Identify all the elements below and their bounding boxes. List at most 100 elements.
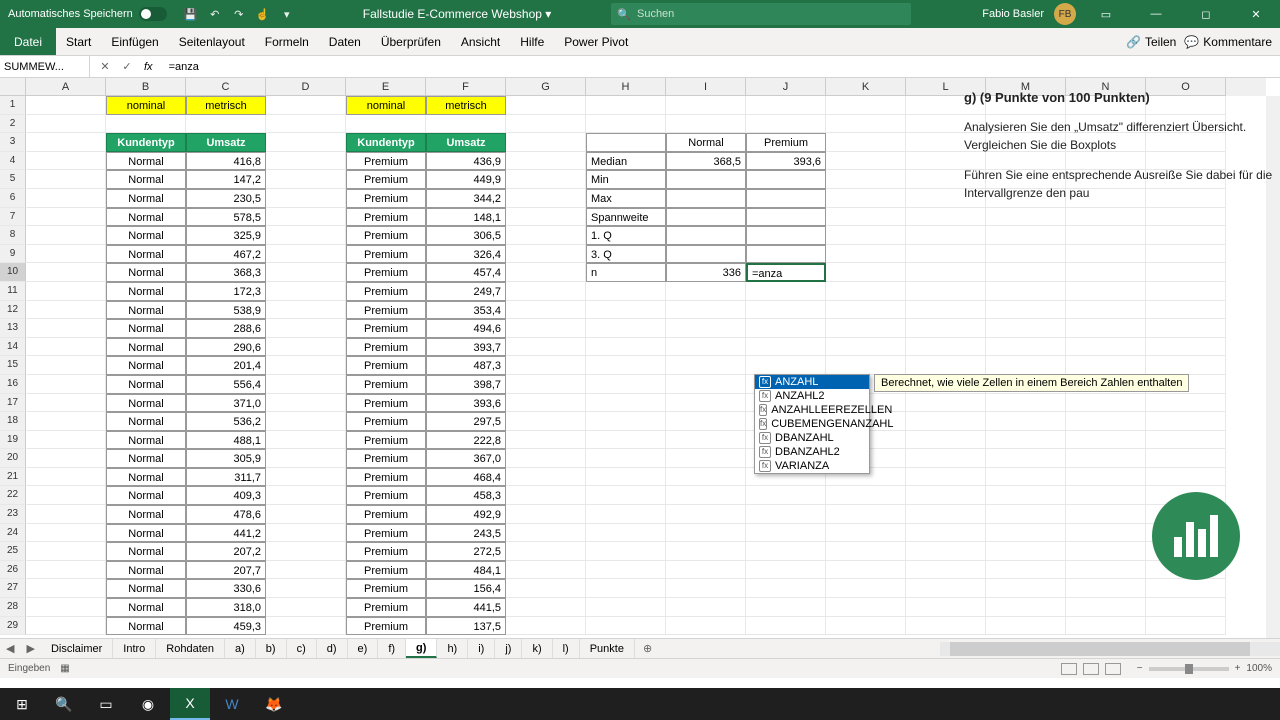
cell[interactable]	[826, 524, 906, 543]
minimize-icon[interactable]: —	[1136, 0, 1176, 28]
cell[interactable]	[1146, 263, 1226, 282]
cell[interactable]	[986, 338, 1066, 357]
cell[interactable]	[26, 301, 106, 320]
cell[interactable]: 467,2	[186, 245, 266, 264]
cell[interactable]: 222,8	[426, 431, 506, 450]
cell[interactable]	[666, 189, 746, 208]
cell[interactable]	[586, 579, 666, 598]
name-box[interactable]: SUMMEW...	[0, 56, 90, 77]
cell[interactable]	[1146, 226, 1226, 245]
cell[interactable]	[1066, 449, 1146, 468]
cell[interactable]	[666, 375, 746, 394]
cell[interactable]	[586, 282, 666, 301]
sheet-tab[interactable]: i)	[468, 639, 495, 658]
save-icon[interactable]: 💾	[183, 6, 199, 22]
cell[interactable]	[666, 524, 746, 543]
cell[interactable]: 207,2	[186, 542, 266, 561]
sheet-tab[interactable]: d)	[317, 639, 348, 658]
cell[interactable]	[506, 319, 586, 338]
cell[interactable]	[586, 301, 666, 320]
cell[interactable]	[666, 96, 746, 115]
cell[interactable]: Premium	[346, 319, 426, 338]
cell[interactable]	[586, 468, 666, 487]
cell[interactable]	[1066, 412, 1146, 431]
cell[interactable]	[586, 394, 666, 413]
row-header-29[interactable]: 29	[0, 617, 26, 636]
cell[interactable]	[1146, 319, 1226, 338]
cell[interactable]: Normal	[106, 542, 186, 561]
cell[interactable]: Premium	[346, 524, 426, 543]
ribbon-tab-formeln[interactable]: Formeln	[255, 28, 319, 55]
cell[interactable]	[26, 319, 106, 338]
cell[interactable]	[826, 189, 906, 208]
cell[interactable]	[746, 189, 826, 208]
cell[interactable]	[666, 319, 746, 338]
cell[interactable]	[586, 617, 666, 636]
cell[interactable]: Premium	[346, 542, 426, 561]
cell[interactable]	[826, 226, 906, 245]
editing-cell[interactable]: =anza	[746, 263, 826, 282]
redo-icon[interactable]: ↷	[231, 6, 247, 22]
cell[interactable]	[826, 152, 906, 171]
select-all-triangle[interactable]	[0, 78, 26, 96]
ribbon-tab-einfügen[interactable]: Einfügen	[101, 28, 168, 55]
row-header-19[interactable]: 19	[0, 431, 26, 450]
cell[interactable]	[1146, 598, 1226, 617]
cell[interactable]	[266, 263, 346, 282]
cell[interactable]: 484,1	[426, 561, 506, 580]
cell[interactable]	[506, 245, 586, 264]
cell[interactable]	[826, 505, 906, 524]
cell[interactable]	[506, 524, 586, 543]
row-header-24[interactable]: 24	[0, 524, 26, 543]
cell[interactable]: Normal	[106, 449, 186, 468]
cell[interactable]	[266, 524, 346, 543]
row-header-20[interactable]: 20	[0, 449, 26, 468]
cell[interactable]	[666, 449, 746, 468]
row-header-1[interactable]: 1	[0, 96, 26, 115]
cell[interactable]: 409,3	[186, 486, 266, 505]
cell[interactable]: Normal	[106, 486, 186, 505]
cell[interactable]	[1066, 468, 1146, 487]
cell[interactable]	[746, 115, 826, 134]
cell[interactable]	[26, 468, 106, 487]
cell[interactable]: Premium	[346, 598, 426, 617]
cell[interactable]	[26, 449, 106, 468]
cell[interactable]	[506, 486, 586, 505]
cell[interactable]	[266, 189, 346, 208]
cell[interactable]	[266, 152, 346, 171]
ribbon-tab-datei[interactable]: Datei	[0, 28, 56, 55]
cell[interactable]: 441,5	[426, 598, 506, 617]
cell[interactable]	[986, 394, 1066, 413]
cell[interactable]: 3. Q	[586, 245, 666, 264]
cell[interactable]	[506, 468, 586, 487]
cell[interactable]	[986, 505, 1066, 524]
cell[interactable]: Premium	[346, 486, 426, 505]
cell[interactable]	[26, 617, 106, 636]
cell[interactable]	[506, 170, 586, 189]
cell[interactable]	[906, 263, 986, 282]
cell[interactable]: 326,4	[426, 245, 506, 264]
cell[interactable]: Premium	[346, 617, 426, 636]
cell[interactable]	[266, 468, 346, 487]
cell[interactable]	[906, 579, 986, 598]
row-header-9[interactable]: 9	[0, 245, 26, 264]
cell[interactable]	[1066, 561, 1146, 580]
cell[interactable]	[1066, 394, 1146, 413]
horizontal-scrollbar[interactable]	[940, 642, 1280, 656]
ribbon-tab-seitenlayout[interactable]: Seitenlayout	[169, 28, 255, 55]
cell[interactable]: Normal	[106, 208, 186, 227]
autocomplete-item[interactable]: fxDBANZAHL	[755, 431, 869, 445]
cell[interactable]	[586, 486, 666, 505]
cell[interactable]	[586, 338, 666, 357]
row-header-12[interactable]: 12	[0, 301, 26, 320]
cell[interactable]	[666, 338, 746, 357]
cell[interactable]: 538,9	[186, 301, 266, 320]
sheet-nav-next-icon[interactable]: ▶	[20, 642, 40, 655]
cell[interactable]: Normal	[106, 617, 186, 636]
cell[interactable]	[266, 505, 346, 524]
cell[interactable]	[986, 524, 1066, 543]
firefox-taskbar-icon[interactable]: 🦊	[254, 688, 294, 720]
cell[interactable]	[26, 505, 106, 524]
cell[interactable]	[1066, 356, 1146, 375]
sheet-tab[interactable]: Intro	[113, 639, 156, 658]
